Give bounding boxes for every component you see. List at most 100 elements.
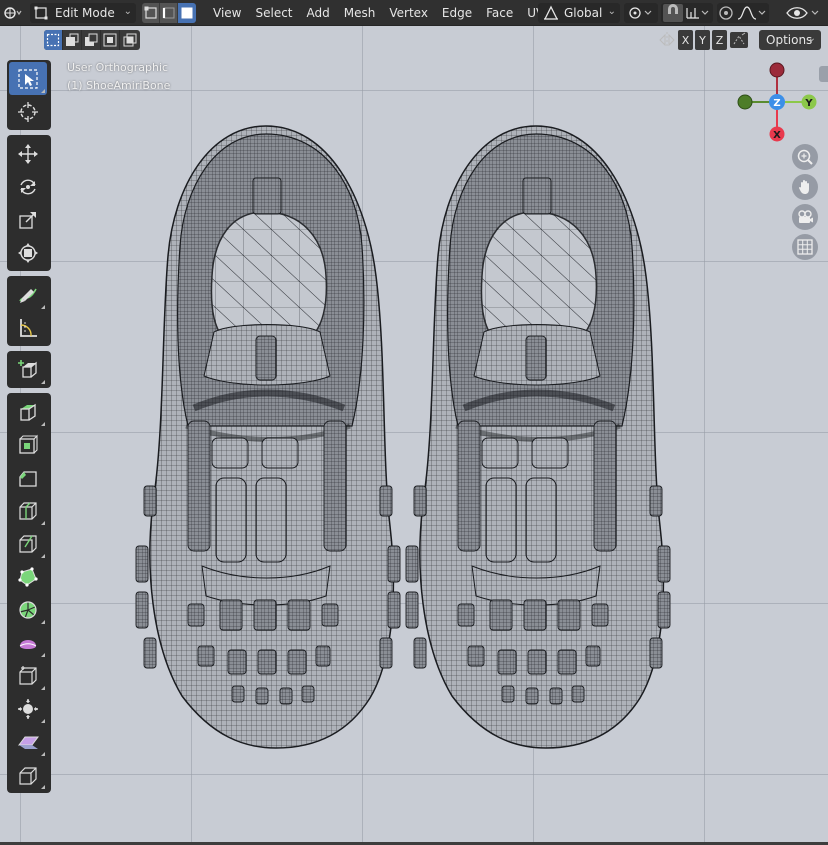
spin-icon — [19, 600, 37, 619]
tool-group-mesh-edit — [7, 393, 51, 793]
edit-mode-icon — [34, 6, 48, 20]
select-new-icon — [46, 33, 60, 47]
scale-tool[interactable] — [9, 203, 47, 236]
transform-orientation-dropdown[interactable]: Global ⌄ — [538, 3, 620, 23]
face-select-button[interactable] — [178, 3, 196, 23]
3d-viewport[interactable] — [0, 26, 828, 842]
tool-variants-indicator — [41, 521, 45, 525]
select-subtract-button[interactable] — [82, 30, 101, 50]
menu-mesh[interactable]: Mesh — [337, 3, 383, 23]
select-new-button[interactable] — [44, 30, 63, 50]
shrink-fatten-tool[interactable] — [9, 692, 47, 725]
menu-vertex[interactable]: Vertex — [382, 3, 435, 23]
bevel-tool[interactable] — [9, 461, 47, 494]
tool-variants-indicator — [41, 305, 45, 309]
rotate-icon — [20, 179, 36, 194]
select-intersect-icon — [123, 33, 136, 47]
z-axis-label: Z — [773, 98, 780, 109]
scale-icon — [19, 211, 36, 229]
poly-build-tool[interactable] — [9, 560, 47, 593]
add-cube-tool[interactable] — [9, 353, 47, 386]
rip-region-icon — [19, 766, 37, 785]
shear-tool[interactable] — [9, 725, 47, 758]
select-box-tool[interactable] — [9, 62, 47, 95]
pivot-point-dropdown[interactable] — [624, 3, 658, 23]
tool-group-add — [7, 351, 51, 388]
mirror-y-toggle[interactable]: Y — [695, 30, 710, 50]
cursor-tool[interactable] — [9, 95, 47, 128]
annotate-tool[interactable] — [9, 278, 47, 311]
tool-variants-indicator — [41, 686, 45, 690]
select-subtract-icon — [85, 33, 98, 46]
orientation-label: Global — [564, 6, 603, 20]
tool-variants-indicator — [41, 653, 45, 657]
chevron-down-icon: ⌄ — [807, 33, 816, 44]
editor-type-menu[interactable] — [1, 3, 23, 23]
knife-tool[interactable] — [9, 527, 47, 560]
camera-icon — [798, 210, 813, 223]
snap-magnet-icon[interactable] — [661, 4, 711, 22]
vertex-select-button[interactable] — [142, 3, 160, 23]
menu-select[interactable]: Select — [248, 3, 299, 23]
select-intersect-button[interactable] — [120, 30, 139, 50]
menu-edge[interactable]: Edge — [435, 3, 479, 23]
rip-region-tool[interactable] — [9, 758, 47, 791]
mirror-x-toggle[interactable]: X — [678, 30, 693, 50]
neg-y-axis-handle[interactable] — [737, 94, 753, 110]
pan-button[interactable] — [792, 174, 818, 200]
cursor-icon — [18, 101, 38, 122]
inset-faces-tool[interactable] — [9, 428, 47, 461]
snap-group — [661, 3, 713, 23]
options-label: Options — [766, 33, 813, 47]
measure-tool[interactable] — [9, 311, 47, 344]
select-mode-group — [142, 3, 196, 23]
shrink-fatten-icon — [18, 698, 38, 719]
options-dropdown[interactable]: Options ⌄ — [759, 30, 821, 50]
smooth-tool[interactable] — [9, 626, 47, 659]
menu-add[interactable]: Add — [300, 3, 337, 23]
editor-header: Edit Mode ⌄ View Select Add Mesh Vertex … — [0, 0, 828, 26]
face-select-icon — [181, 7, 193, 19]
editor-type-icon — [4, 6, 22, 19]
visibility-group[interactable] — [784, 3, 824, 23]
select-invert-icon — [103, 33, 117, 47]
select-invert-button[interactable] — [101, 30, 120, 50]
menu-face[interactable]: Face — [479, 3, 520, 23]
select-extend-button[interactable] — [63, 30, 82, 50]
edge-slide-tool[interactable] — [9, 659, 47, 692]
tool-variants-indicator — [41, 422, 45, 426]
loop-cut-icon — [19, 501, 37, 520]
mirror-z-toggle[interactable]: Z — [712, 30, 727, 50]
edge-select-button[interactable] — [160, 3, 178, 23]
orthographic-toggle-button[interactable] — [792, 234, 818, 260]
extrude-region-tool[interactable] — [9, 395, 47, 428]
neg-x-axis-handle[interactable] — [769, 62, 785, 78]
rotate-tool[interactable] — [9, 170, 47, 203]
zoom-button[interactable] — [792, 144, 818, 170]
tool-variants-indicator — [41, 554, 45, 558]
sidebar-toggle-tab[interactable] — [819, 66, 828, 82]
extrude-icon — [20, 403, 36, 421]
object-name-label: (1) ShoeAmiriBone — [67, 79, 171, 92]
tool-variants-indicator — [41, 719, 45, 723]
tool-variants-indicator — [41, 380, 45, 384]
mode-label: Edit Mode — [55, 6, 115, 20]
axis-gizmo: Y X Z — [737, 62, 817, 142]
select-extend-icon — [66, 33, 79, 46]
zoom-icon — [797, 149, 813, 165]
menu-view[interactable]: View — [206, 3, 248, 23]
tool-group-select — [7, 60, 51, 130]
proportional-editing-icon[interactable] — [717, 4, 767, 22]
move-tool[interactable] — [9, 137, 47, 170]
move-icon — [18, 143, 38, 164]
select-box-mode-group — [44, 30, 140, 50]
spin-tool[interactable] — [9, 593, 47, 626]
right-shoe-mesh — [406, 126, 670, 748]
loop-cut-tool[interactable] — [9, 494, 47, 527]
navigation-gizmo[interactable]: Y X Z — [730, 56, 826, 146]
shear-icon — [18, 736, 39, 749]
transform-tool[interactable] — [9, 236, 47, 269]
mode-dropdown[interactable]: Edit Mode ⌄ — [30, 3, 136, 23]
camera-view-button[interactable] — [792, 204, 818, 230]
topology-mirror-icon[interactable] — [729, 31, 749, 49]
